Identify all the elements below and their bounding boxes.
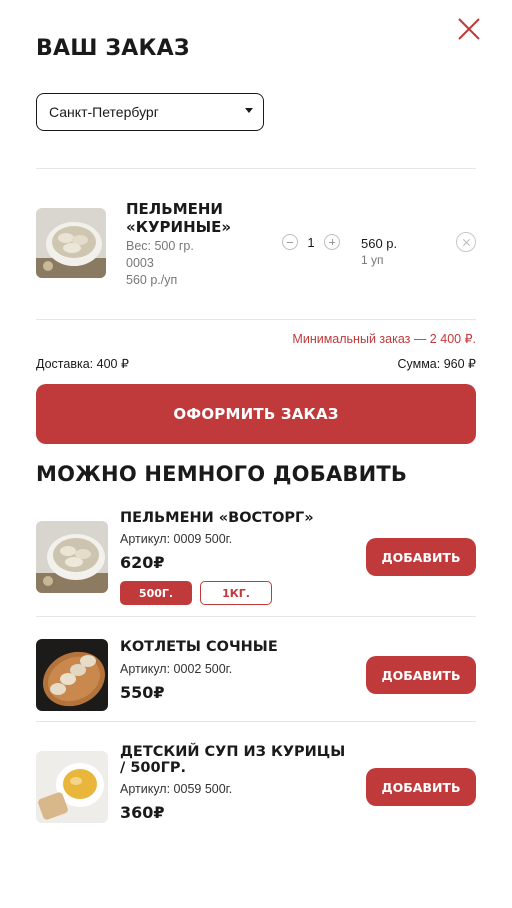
caret-down-icon [245,108,253,113]
cart-item-article: 0003 [126,256,154,270]
product-article: Артикул: 0002 500г. [120,662,233,676]
quantity-value: 1 [307,234,315,250]
min-order-notice: Минимальный заказ — 2 400 ₽. [292,332,476,346]
divider [36,616,476,617]
page-title: ВАШ ЗАКАЗ [36,36,190,61]
product-name: ПЕЛЬМЕНИ «ВОСТОРГ» [120,510,314,526]
add-button[interactable]: ДОБАВИТЬ [366,538,476,576]
weight-option-500g[interactable]: 500Г. [120,581,192,605]
product-price: 360₽ [120,803,165,822]
product-name: / 500ГР. [120,760,186,776]
product-price: 550₽ [120,683,165,702]
add-button[interactable]: ДОБАВИТЬ [366,768,476,806]
order-sum: Сумма: 960 ₽ [397,357,476,371]
product-article: Артикул: 0059 500г. [120,782,233,796]
product-name: КОТЛЕТЫ СОЧНЫЕ [120,639,278,655]
city-select[interactable]: Санкт-Петербург [36,93,264,131]
checkout-button[interactable]: ОФОРМИТЬ ЗАКАЗ [36,384,476,444]
add-button[interactable]: ДОБАВИТЬ [366,656,476,694]
cart-item-name: ПЕЛЬМЕНИ «КУРИНЫЕ» [126,200,232,236]
product-image [36,751,108,823]
recommendations-title: МОЖНО НЕМНОГО ДОБАВИТЬ [36,462,408,486]
close-icon [458,18,480,40]
quantity-stepper: 1 [282,234,340,250]
cart-item-image [36,208,106,278]
divider [36,168,476,169]
city-select-value: Санкт-Петербург [49,104,159,120]
divider [36,319,476,320]
product-image [36,639,108,711]
weight-option-1kg[interactable]: 1КГ. [200,581,272,605]
divider [36,721,476,722]
product-article: Артикул: 0009 500г. [120,532,233,546]
minus-icon[interactable] [282,234,298,250]
product-name: ДЕТСКИЙ СУП ИЗ КУРИЦЫ [120,744,346,760]
plus-icon[interactable] [324,234,340,250]
cart-item-units: 1 уп [361,253,384,267]
cart-item-weight: Вес: 500 гр. [126,239,194,253]
cart-item-unit-price: 560 р./уп [126,273,178,287]
product-image [36,521,108,593]
close-button[interactable] [456,16,482,42]
product-price: 620₽ [120,553,165,572]
cart-item-price: 560 р. [361,236,398,251]
remove-item-icon[interactable] [456,232,476,252]
delivery-cost: Доставка: 400 ₽ [36,357,129,371]
